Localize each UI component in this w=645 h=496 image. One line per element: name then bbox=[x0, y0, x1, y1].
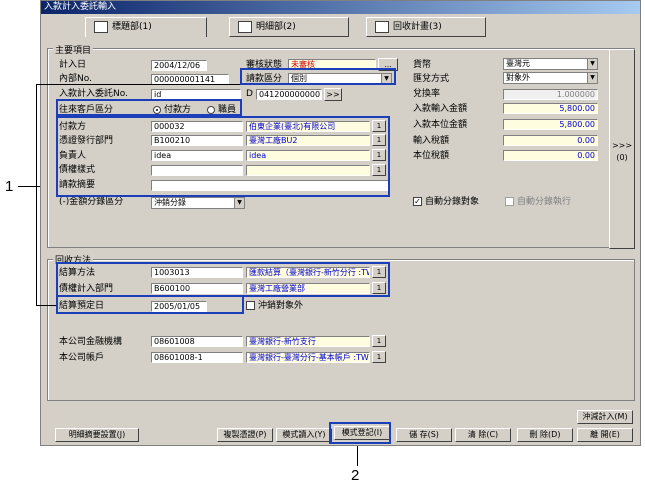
chevron-down-icon: ▼ bbox=[587, 59, 597, 69]
entry-date-label: 計入日 bbox=[59, 60, 87, 70]
tab-detail[interactable]: 明細部(2) bbox=[229, 17, 349, 37]
highlight-settle-block bbox=[56, 262, 390, 297]
account-lookup-button[interactable]: 1 bbox=[372, 351, 386, 363]
side-expand-button[interactable]: >>> (0) bbox=[609, 49, 635, 249]
delete-button[interactable]: 刪 除(D) bbox=[517, 428, 573, 442]
rate-label: 兌換率 bbox=[413, 89, 441, 99]
bank-name-field: 臺灣銀行-新竹支行 bbox=[246, 336, 370, 347]
highlight-template-register bbox=[329, 422, 391, 444]
local-amount-label: 入款本位金額 bbox=[413, 120, 468, 130]
template-load-button[interactable]: 模式讀入(Y) bbox=[276, 428, 332, 442]
checkmark-icon: ✓ bbox=[413, 197, 422, 206]
callout-2: 2 bbox=[351, 467, 360, 484]
copy-voucher-button[interactable]: 複製憑證(P) bbox=[217, 428, 273, 442]
bank-label: 本公司金融機構 bbox=[59, 337, 123, 347]
calendar-icon bbox=[375, 20, 389, 33]
input-tax-field[interactable]: 0.00 bbox=[503, 135, 598, 146]
exchange-method-select[interactable]: 對象外 ▼ bbox=[503, 72, 598, 84]
clear-button[interactable]: 清 除(C) bbox=[455, 428, 511, 442]
local-tax-label: 本位稅額 bbox=[413, 151, 450, 161]
checkbox-empty-icon bbox=[246, 301, 255, 310]
highlight-partner-class bbox=[56, 99, 242, 116]
auto-entry-checkbox[interactable]: ✓ 自動分錄對象 bbox=[413, 197, 479, 208]
callout-2-line bbox=[357, 444, 358, 466]
close-button[interactable]: 離 開(E) bbox=[577, 428, 633, 442]
auto-exec-checkbox: 自動分錄執行 bbox=[505, 197, 571, 208]
main-window: 入款計入委託輸入 標題部(1) 明細部(2) 回收計畫(3) 主要項目 計入日 … bbox=[40, 0, 641, 446]
d-next-button[interactable]: >> bbox=[324, 88, 342, 101]
input-tax-label: 輸入稅額 bbox=[413, 136, 450, 146]
callout-1-tick-b bbox=[36, 305, 56, 306]
offset-select[interactable]: 沖銷分錄 ▼ bbox=[151, 197, 245, 209]
chevron-down-icon: ▼ bbox=[234, 198, 244, 208]
d-label: D bbox=[246, 89, 253, 99]
save-button[interactable]: 儲 存(S) bbox=[396, 428, 452, 442]
amount-field[interactable]: 5,800.00 bbox=[503, 103, 598, 114]
exchange-method-label: 匯兌方式 bbox=[413, 74, 450, 84]
callout-1: 1 bbox=[5, 178, 14, 195]
currency-select[interactable]: 臺灣元 ▼ bbox=[503, 58, 598, 70]
main-items-title: 主要項目 bbox=[53, 43, 94, 56]
local-amount-field[interactable]: 5,800.00 bbox=[503, 119, 598, 130]
local-tax-field[interactable]: 0.00 bbox=[503, 150, 598, 161]
callout-1-tick-a bbox=[36, 84, 240, 85]
account-label: 本公司帳戶 bbox=[59, 353, 105, 363]
detail-summary-button[interactable]: 明細摘要設置(J) bbox=[55, 428, 139, 442]
highlight-entry-class bbox=[240, 68, 396, 85]
entry-date-field[interactable]: 2004/12/06 bbox=[151, 60, 207, 71]
account-name-field: 臺灣銀行-臺灣分行-基本帳戶 :TWD bbox=[246, 352, 370, 363]
callout-1-bracket bbox=[36, 84, 37, 306]
bank-lookup-button[interactable]: 1 bbox=[372, 335, 386, 347]
checkbox-empty-icon bbox=[505, 197, 514, 206]
offset-target-checkbox[interactable]: 沖銷對象外 bbox=[246, 301, 303, 312]
d-field: 0412000000001 bbox=[256, 89, 322, 100]
window-title: 入款計入委託輸入 bbox=[41, 1, 640, 14]
highlight-payer-block bbox=[56, 116, 390, 197]
offset-entry-button[interactable]: 沖減計入(M) bbox=[577, 410, 633, 424]
chevron-down-icon: ▼ bbox=[587, 73, 597, 83]
tab-recovery-plan[interactable]: 回收計畫(3) bbox=[366, 17, 486, 37]
tab-header[interactable]: 標題部(1) bbox=[85, 17, 207, 37]
currency-label: 貨幣 bbox=[413, 60, 432, 70]
rate-field: 1.000000 bbox=[503, 89, 598, 100]
highlight-settle-date bbox=[56, 295, 244, 314]
account-code-field[interactable]: 08601008-1 bbox=[151, 352, 243, 363]
document-icon bbox=[238, 20, 252, 33]
book-icon bbox=[94, 20, 108, 33]
amount-label: 入款輸入金額 bbox=[413, 104, 468, 114]
offset-label: (-)金額分錄區分 bbox=[59, 197, 124, 207]
bank-code-field[interactable]: 08601008 bbox=[151, 336, 243, 347]
